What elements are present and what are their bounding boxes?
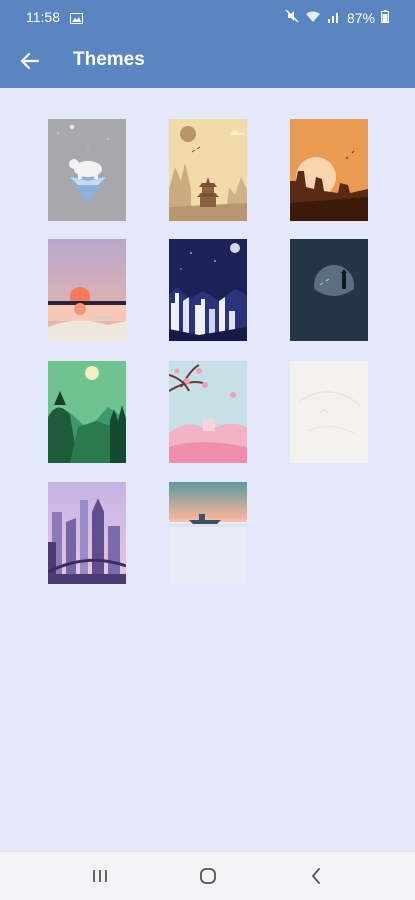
gallery-notification-icon (70, 11, 83, 27)
theme-green-forest[interactable] (48, 361, 126, 463)
polar-bear-illustration (48, 119, 126, 221)
theme-sea-ship[interactable] (169, 482, 247, 584)
back-arrow-icon (21, 53, 39, 69)
theme-purple-city[interactable] (48, 482, 126, 584)
theme-pagoda[interactable] (169, 119, 247, 221)
purple-city-illustration (48, 482, 126, 584)
white-illustration (290, 361, 368, 463)
mute-icon (285, 9, 299, 26)
status-bar: 11:58 87% (0, 0, 415, 34)
chevron-left-icon (311, 868, 320, 884)
desert-sunset-illustration (290, 119, 368, 221)
home-button[interactable] (188, 862, 228, 890)
theme-night-city[interactable] (169, 239, 247, 341)
theme-cherry-blossom[interactable] (169, 361, 247, 463)
lighthouse-illustration (290, 239, 368, 341)
status-icons: 87% (285, 9, 389, 26)
night-city-illustration (169, 239, 247, 341)
theme-lighthouse[interactable] (290, 239, 368, 341)
sea-ship-illustration (169, 482, 247, 584)
system-navigation-bar (0, 851, 415, 900)
back-button[interactable] (14, 45, 46, 77)
theme-polar-bear[interactable] (48, 119, 126, 221)
recent-apps-icon (93, 870, 107, 882)
system-back-button[interactable] (296, 862, 336, 890)
status-time: 11:58 (26, 9, 60, 25)
theme-desert-sunset[interactable] (290, 119, 368, 221)
home-icon (200, 868, 216, 884)
wifi-icon (305, 10, 321, 26)
page-title: Themes (73, 49, 145, 70)
green-forest-illustration (48, 361, 126, 463)
signal-icon (327, 10, 341, 26)
pagoda-illustration (169, 119, 247, 221)
cherry-blossom-illustration (169, 361, 247, 463)
battery-icon (381, 9, 389, 26)
app-bar: Themes (0, 34, 415, 88)
theme-white[interactable] (290, 361, 368, 463)
lake-sunset-illustration (48, 239, 126, 341)
recent-apps-button[interactable] (80, 862, 120, 890)
theme-lake-sunset[interactable] (48, 239, 126, 341)
battery-text: 87% (346, 9, 375, 26)
